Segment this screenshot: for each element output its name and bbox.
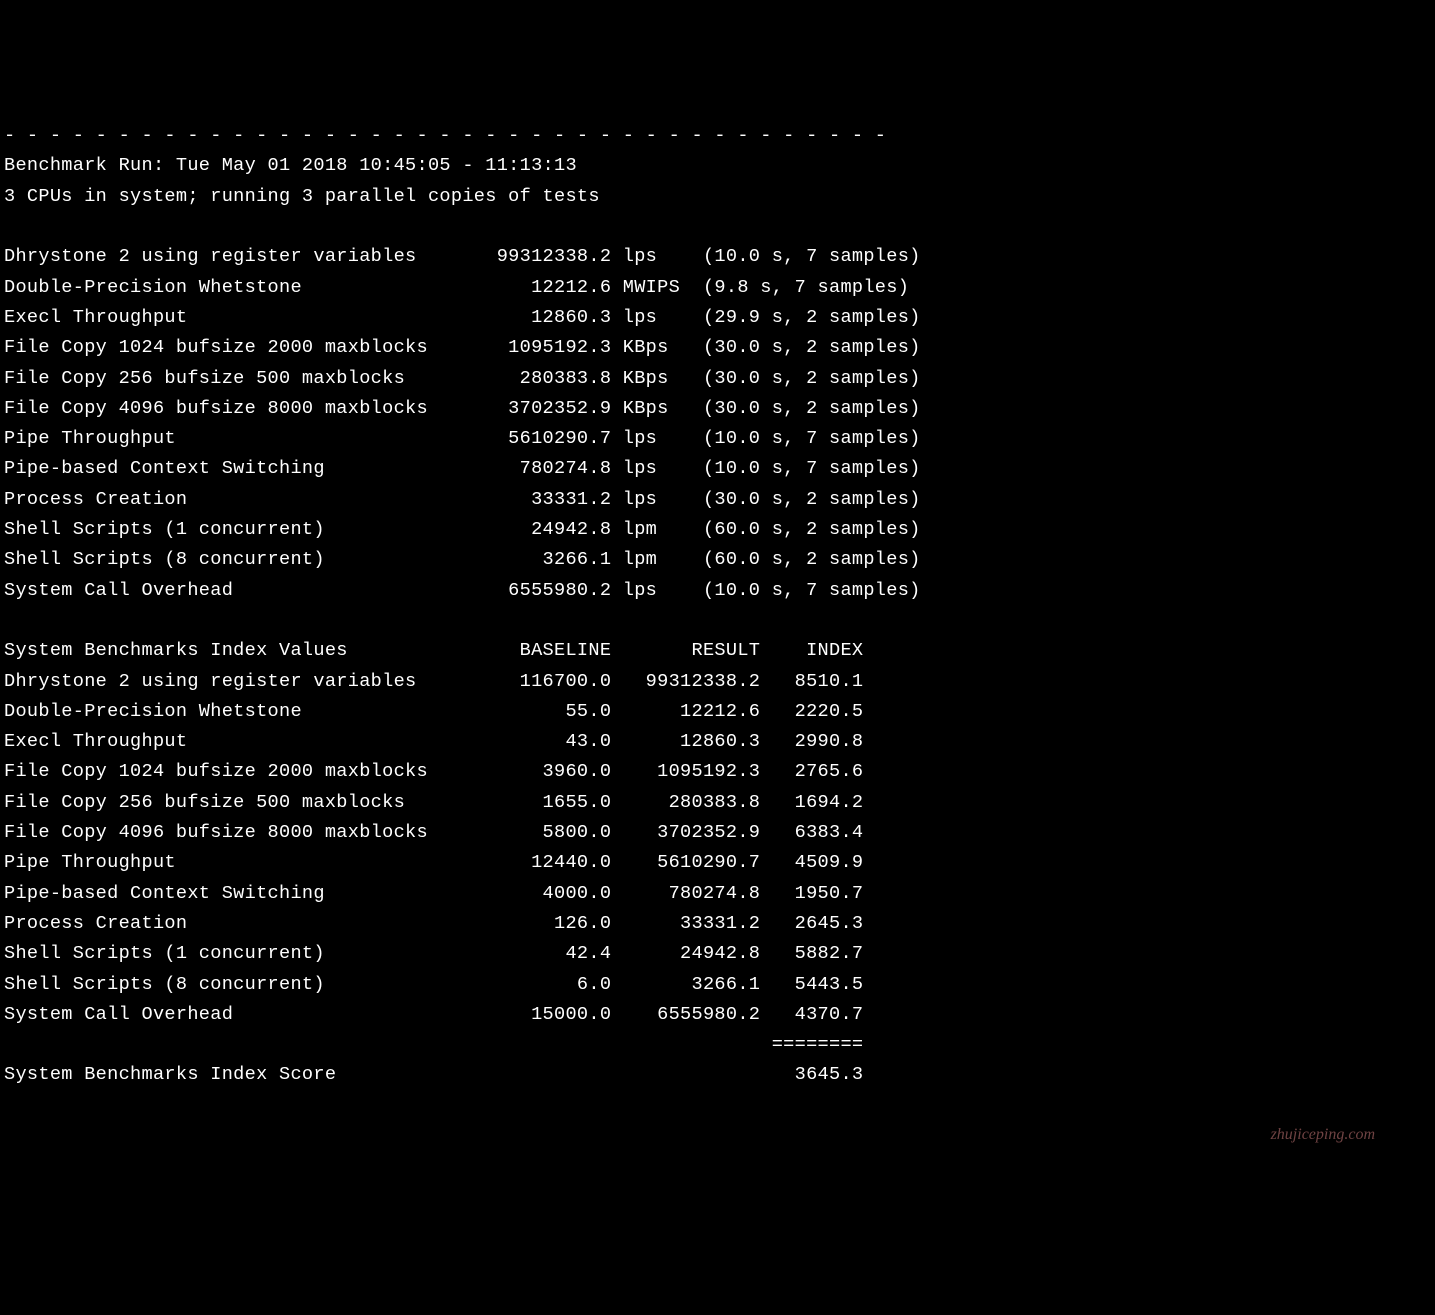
benchmark-run-line: Benchmark Run: Tue May 01 2018 10:45:05 … xyxy=(4,155,577,176)
score-row: System Benchmarks Index Score 3645.3 xyxy=(4,1064,863,1085)
watermark: zhujiceping.com xyxy=(1271,1122,1375,1148)
index-header-row: System Benchmarks Index Values BASELINE … xyxy=(4,640,863,661)
index-block: Dhrystone 2 using register variables 116… xyxy=(4,671,863,1025)
cpu-info-line: 3 CPUs in system; running 3 parallel cop… xyxy=(4,186,600,207)
tests-block: Dhrystone 2 using register variables 993… xyxy=(4,246,921,600)
divider-line: - - - - - - - - - - - - - - - - - - - - … xyxy=(4,125,886,146)
underline-row: ======== xyxy=(4,1034,863,1055)
terminal-output: - - - - - - - - - - - - - - - - - - - - … xyxy=(0,121,1435,1103)
